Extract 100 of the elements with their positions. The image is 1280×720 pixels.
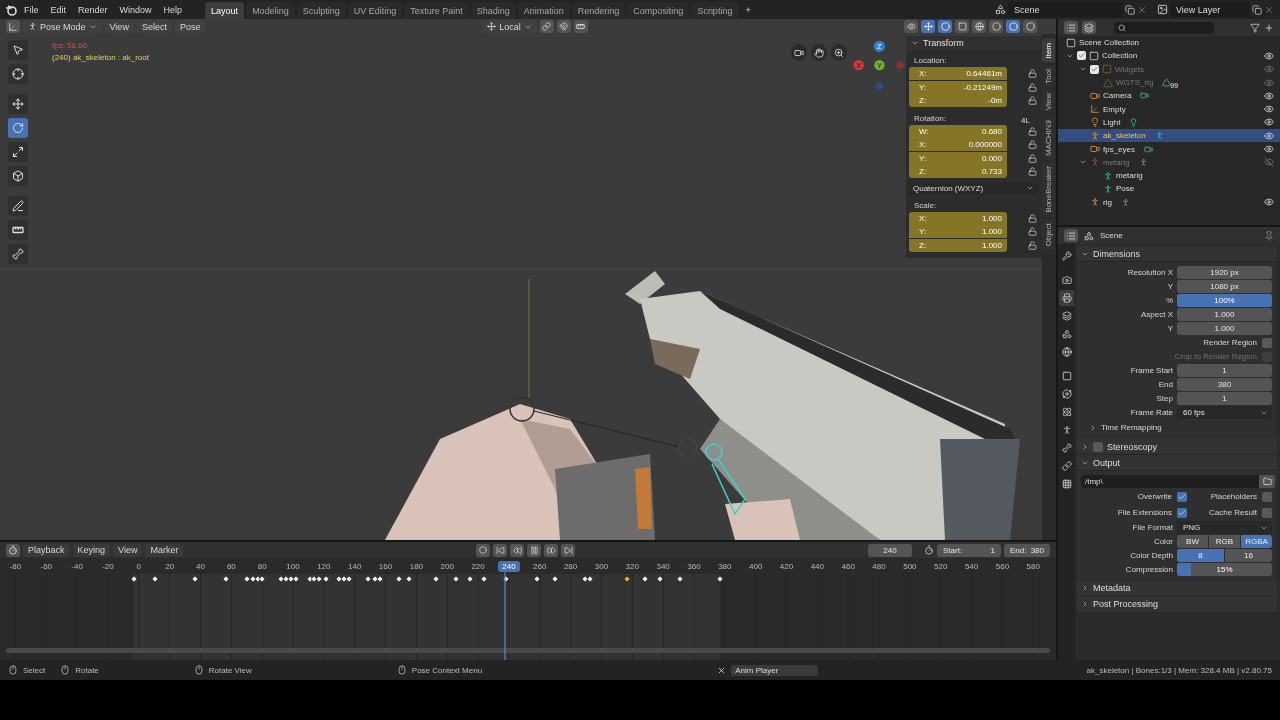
negative-x-handle[interactable] — [896, 61, 905, 69]
properties-tab[interactable] — [1059, 344, 1074, 360]
y-axis-handle[interactable]: Y — [874, 60, 885, 71]
jump-end-button[interactable] — [561, 543, 576, 557]
gizmo-button[interactable] — [921, 20, 935, 33]
panel-header[interactable]: Transform — [906, 36, 1042, 50]
number-field[interactable]: X: 0.64461m — [909, 67, 1007, 80]
panel-header[interactable]: Output — [1077, 455, 1277, 471]
option-button[interactable]: RGBA — [1241, 535, 1272, 548]
menu-item[interactable]: Select — [136, 20, 172, 33]
panel-header[interactable]: Stereoscopy — [1077, 439, 1277, 455]
menu-item[interactable]: Playback — [23, 543, 70, 557]
checkbox[interactable] — [1262, 507, 1272, 518]
properties-tab[interactable] — [1059, 290, 1074, 306]
rotation-lock-toggle[interactable]: 4L — [1021, 115, 1030, 125]
menu-item[interactable]: Render — [73, 1, 113, 18]
eye-icon[interactable] — [1264, 104, 1274, 115]
scrollbar[interactable] — [6, 648, 1050, 653]
number-field[interactable]: Z: 1.000 — [909, 238, 1007, 252]
workspace-tab[interactable]: Texture Paint — [404, 2, 469, 19]
outliner-row[interactable]: Collection — [1058, 49, 1280, 63]
editor-type-button[interactable] — [1064, 229, 1078, 242]
properties-tab[interactable] — [1059, 386, 1074, 402]
menu-item[interactable]: Help — [158, 1, 188, 18]
number-field[interactable]: Y: -0.21249m — [909, 80, 1007, 94]
unlocked-icon[interactable] — [1028, 153, 1037, 163]
folder-button[interactable] — [1259, 475, 1275, 488]
tool-button[interactable] — [8, 220, 28, 240]
eye-icon[interactable] — [1264, 117, 1274, 128]
menu-item[interactable]: Keying — [72, 543, 111, 557]
z-axis-handle[interactable]: Z — [873, 40, 886, 52]
xray-button[interactable] — [955, 20, 969, 33]
outliner-row[interactable]: fps_eyes — [1058, 142, 1280, 156]
negative-z-handle[interactable] — [875, 82, 884, 90]
tool-button[interactable] — [8, 244, 28, 264]
display-mode-button[interactable] — [1082, 21, 1096, 34]
close-icon[interactable] — [1137, 4, 1147, 15]
slider-field[interactable]: 15% — [1177, 563, 1272, 576]
add-workspace-button[interactable]: + — [740, 1, 756, 18]
orientation-dropdown[interactable]: Local — [482, 20, 537, 33]
next-key-button[interactable] — [544, 543, 559, 557]
checkbox[interactable] — [1262, 337, 1272, 348]
number-field[interactable]: Y: 1.000 — [909, 225, 1007, 238]
outliner-row[interactable]: rig — [1058, 195, 1280, 209]
eye-icon[interactable] — [1264, 197, 1274, 208]
mode-dropdown[interactable]: Pose Mode — [23, 20, 102, 33]
cancel-icon[interactable] — [717, 665, 727, 675]
pin-icon[interactable] — [1264, 230, 1274, 241]
unlocked-icon[interactable] — [1028, 227, 1037, 237]
visibility-button[interactable] — [904, 20, 918, 33]
menu-item[interactable]: Marker — [145, 543, 184, 557]
checkbox[interactable] — [1077, 51, 1086, 61]
camera-view-button[interactable] — [791, 44, 808, 61]
number-field[interactable]: 1920 px — [1177, 266, 1272, 279]
menu-item[interactable]: Window — [114, 1, 157, 18]
sidebar-tab[interactable]: MACHIN3 — [1042, 116, 1055, 161]
rotation-mode-dropdown[interactable]: Quaternion (WXYZ) — [909, 181, 1038, 195]
tool-button[interactable] — [8, 40, 28, 60]
option-button[interactable]: BW — [1177, 535, 1208, 548]
eye-icon[interactable] — [1264, 90, 1274, 101]
number-field[interactable]: 1080 px — [1177, 280, 1272, 293]
proportional-button[interactable] — [573, 20, 588, 33]
menu-item[interactable]: File — [19, 1, 44, 18]
unlocked-icon[interactable] — [1028, 140, 1037, 150]
view-layer-field[interactable]: View Layer — [1170, 2, 1250, 17]
unlocked-icon[interactable] — [1028, 69, 1037, 79]
search-field[interactable] — [1114, 21, 1214, 34]
unlocked-icon[interactable] — [1028, 96, 1037, 106]
editor-type-button[interactable] — [6, 543, 20, 557]
properties-tab[interactable] — [1059, 308, 1074, 324]
rendered-button[interactable] — [1023, 20, 1037, 33]
scene-icon[interactable] — [995, 4, 1006, 15]
unlocked-icon[interactable] — [1028, 82, 1037, 92]
workspace-tab[interactable]: Compositing — [627, 2, 690, 19]
eye-icon[interactable] — [1264, 130, 1274, 141]
panel-header[interactable]: Dimensions — [1077, 246, 1277, 262]
menu-item[interactable]: View — [113, 543, 143, 557]
solid-button[interactable] — [989, 20, 1003, 33]
number-field[interactable]: 1 — [1177, 392, 1272, 405]
zoom-button[interactable] — [831, 44, 848, 61]
number-field[interactable]: 1.000 — [1177, 322, 1272, 335]
close-icon[interactable] — [1264, 4, 1274, 15]
view-layer-icon[interactable] — [1157, 4, 1168, 15]
sidebar-tab[interactable]: Object — [1042, 219, 1055, 251]
sidebar-tab[interactable]: BoneBreaker — [1042, 162, 1055, 218]
number-field[interactable]: X: 1.000 — [909, 211, 1007, 225]
number-field[interactable]: Y: 0.000 — [909, 151, 1007, 165]
workspace-tab[interactable]: Animation — [517, 2, 570, 19]
tool-button[interactable] — [8, 142, 28, 162]
dropdown[interactable]: PNG — [1177, 521, 1272, 534]
record-button[interactable] — [476, 543, 491, 557]
option-button[interactable]: 8 — [1177, 549, 1224, 562]
subpanel-header[interactable]: Time Remapping — [1077, 420, 1275, 435]
previous-key-button[interactable] — [510, 543, 525, 557]
option-button[interactable]: 16 — [1225, 549, 1272, 562]
workspace-tab[interactable]: Sculpting — [296, 2, 346, 19]
end-frame-field[interactable]: End: 380 — [1004, 543, 1050, 557]
number-field[interactable]: 1.000 — [1177, 308, 1272, 321]
material-button[interactable] — [1006, 20, 1020, 33]
number-field[interactable]: W: 0.680 — [909, 124, 1007, 138]
